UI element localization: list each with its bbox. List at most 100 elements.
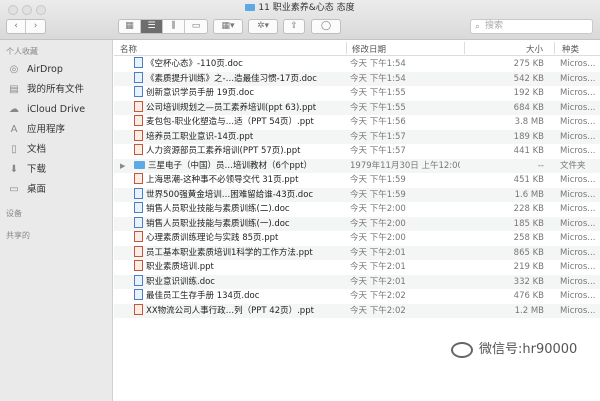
file-modified-date: 今天 下午1:54 <box>350 73 406 84</box>
devices-heading: 设备 <box>6 209 22 218</box>
doc-file-icon <box>134 274 143 286</box>
title-bar: 11 职业素养&心态 态度 ‹ › ▦ ☰ ⫼ ▭ ▦▾ ✲▾ ⇪ ◯ ⌕ 搜索 <box>0 0 600 40</box>
file-kind: Micros... <box>560 247 596 258</box>
file-row[interactable]: 培养员工职业意识-14页.ppt 今天 下午1:57 189 KB Micros... <box>114 129 600 145</box>
cloud-icon: ☁ <box>9 104 19 115</box>
search-field[interactable]: ⌕ 搜索 <box>470 19 593 34</box>
file-kind: 文件夹 <box>560 160 586 171</box>
file-kind: Micros... <box>560 204 596 214</box>
column-header-kind[interactable]: 种类 <box>562 43 579 55</box>
action-button[interactable]: ✲▾ <box>248 19 278 34</box>
file-kind: Micros... <box>560 262 596 272</box>
window-title: 11 职业素养&心态 态度 <box>0 2 600 14</box>
column-header-bar: 名称 修改日期 大小 种类 <box>114 40 600 56</box>
folder-icon <box>134 160 145 169</box>
sidebar-item-applications[interactable]: A 应用程序 <box>8 122 65 138</box>
ppt-file-icon <box>134 115 143 126</box>
file-modified-date: 今天 下午1:59 <box>350 175 406 185</box>
sidebar-item-airdrop[interactable]: ◎ AirDrop <box>8 62 63 78</box>
file-kind: Micros... <box>560 175 596 185</box>
ppt-file-icon <box>134 144 143 155</box>
sidebar-item-documents[interactable]: ▯ 文档 <box>8 142 46 158</box>
column-view-button[interactable]: ⫼ <box>163 20 185 33</box>
gallery-view-button[interactable]: ▭ <box>185 20 207 33</box>
list-view-button[interactable]: ☰ <box>141 20 163 33</box>
file-name: 职业素质培训.ppt <box>134 260 344 275</box>
file-name: XX物流公司人事行政…列（PPT 42页）.ppt <box>134 303 344 319</box>
file-modified-date: 今天 下午2:01 <box>350 276 406 287</box>
file-size: 451 KB <box>513 175 544 185</box>
share-button[interactable]: ⇪ <box>283 19 305 34</box>
file-kind: Micros... <box>560 102 596 113</box>
search-placeholder: 搜索 <box>485 21 504 31</box>
file-row[interactable]: XX物流公司人事行政…列（PPT 42页）.ppt 今天 下午2:02 1.2 MB… <box>114 303 600 319</box>
file-row[interactable]: 世界500强黄金培训…困难留给谁-43页.doc 今天 下午1:59 1.6 MB M… <box>114 187 600 203</box>
doc-file-icon <box>134 86 143 97</box>
icon-view-button[interactable]: ▦ <box>119 20 141 33</box>
file-row[interactable]: 心理素质训练理论与实践 85页.ppt 今天 下午2:00 258 KB Micros… <box>114 231 600 246</box>
disclosure-triangle-icon[interactable]: ▶ <box>120 159 125 174</box>
file-kind: Micros... <box>560 291 596 301</box>
sidebar-item-desktop[interactable]: ▭ 桌面 <box>8 182 46 198</box>
back-button[interactable]: ‹ <box>7 20 26 33</box>
file-name: 麦包包-职业化塑造与…适（PPT 54页）.ppt <box>134 115 344 130</box>
file-row[interactable]: 《素质提升训练》之-…造最佳习惯-17页.doc 今天 下午1:54 542 KB M… <box>114 71 600 86</box>
sidebar-item-downloads[interactable]: ⬇ 下载 <box>8 162 46 178</box>
wechat-icon <box>451 341 473 358</box>
file-name: 销售人员职业技能与素质训练(二).doc <box>134 202 344 217</box>
column-header-date[interactable]: 修改日期 <box>352 43 386 55</box>
file-row[interactable]: 职业意识训练.doc 今天 下午2:01 332 KB Micros... <box>114 274 600 290</box>
doc-file-icon <box>134 202 143 213</box>
sidebar-item-icloud-drive[interactable]: ☁ iCloud Drive <box>8 102 85 118</box>
file-size: 476 KB <box>513 291 544 301</box>
file-modified-date: 今天 下午2:00 <box>350 218 406 229</box>
file-row[interactable]: 销售人员职业技能与素质训练(二).doc 今天 下午2:00 228 KB Micro… <box>114 202 600 217</box>
file-modified-date: 今天 下午1:57 <box>350 131 406 142</box>
column-divider[interactable] <box>346 42 347 54</box>
file-row[interactable]: 公司培训规划之—员工素养培训(ppt 63).ppt 今天 下午1:55 684 K… <box>114 100 600 116</box>
column-header-size[interactable]: 大小 <box>526 43 543 55</box>
file-row[interactable]: 人力资源部员工素养培训(PPT 57页).ppt 今天 下午1:57 441 KB M… <box>114 144 600 159</box>
desktop-icon: ▭ <box>9 184 19 195</box>
file-name: 世界500强黄金培训…困难留给谁-43页.doc <box>134 187 344 203</box>
file-kind: Micros... <box>560 131 596 142</box>
file-name: 培养员工职业意识-14页.ppt <box>134 129 344 145</box>
file-modified-date: 今天 下午2:00 <box>350 233 406 243</box>
ppt-file-icon <box>134 100 143 112</box>
file-row[interactable]: 销售人员职业技能与素质训练(一).doc 今天 下午2:00 185 KB Micro… <box>114 216 600 231</box>
arrange-button[interactable]: ▦▾ <box>213 19 243 34</box>
doc-file-icon <box>134 57 143 68</box>
sidebar-item-all-files[interactable]: ▤ 我的所有文件 <box>8 82 84 98</box>
file-kind: Micros... <box>560 146 596 156</box>
file-modified-date: 今天 下午2:00 <box>350 204 406 214</box>
file-row[interactable]: 创新意识学员手册 19页.doc 今天 下午1:55 192 KB Micros... <box>114 86 600 101</box>
file-size: 185 KB <box>513 218 544 229</box>
finder-window: 11 职业素养&心态 态度 ‹ › ▦ ☰ ⫼ ▭ ▦▾ ✲▾ ⇪ ◯ ⌕ 搜索 个人收… <box>0 0 600 401</box>
file-rows: 《空杯心态》-110页.doc 今天 下午1:54 275 KB Micros... 《… <box>114 57 600 318</box>
file-row[interactable]: 员工基本职业素质培训1科学的工作方法.ppt 今天 下午2:01 865 KB Mic… <box>114 245 600 260</box>
file-row[interactable]: 上海思潮-这种事不必领导交代 31页.ppt 今天 下午1:59 451 KB Mic… <box>114 173 600 188</box>
column-divider[interactable] <box>464 42 465 54</box>
file-modified-date: 今天 下午1:57 <box>350 146 406 156</box>
file-name: 公司培训规划之—员工素养培训(ppt 63).ppt <box>134 100 344 116</box>
tag-button[interactable]: ◯ <box>311 19 341 34</box>
file-row[interactable]: 职业素质培训.ppt 今天 下午2:01 219 KB Micros... <box>114 260 600 275</box>
column-divider[interactable] <box>554 42 555 54</box>
ppt-file-icon <box>134 260 143 271</box>
file-row[interactable]: 《空杯心态》-110页.doc 今天 下午1:54 275 KB Micros... <box>114 57 600 72</box>
forward-button[interactable]: › <box>26 20 45 33</box>
file-kind: Micros... <box>560 305 596 316</box>
file-row[interactable]: 麦包包-职业化塑造与…适（PPT 54页）.ppt 今天 下午1:56 3.8 MB… <box>114 115 600 130</box>
file-modified-date: 今天 下午2:02 <box>350 305 406 316</box>
file-row[interactable]: 最佳员工生存手册 134页.doc 今天 下午2:02 476 KB Micros..… <box>114 289 600 304</box>
view-mode-control: ▦ ☰ ⫼ ▭ <box>118 19 208 34</box>
file-modified-date: 1979年11月30日 上午12:00 <box>350 160 460 171</box>
file-name: 职业意识训练.doc <box>134 274 344 290</box>
file-name: 创新意识学员手册 19页.doc <box>134 86 344 101</box>
file-kind: Micros... <box>560 73 596 84</box>
file-modified-date: 今天 下午1:56 <box>350 117 406 127</box>
column-header-name[interactable]: 名称 <box>120 43 137 55</box>
file-row[interactable]: ▶ 三星电子（中国）员…培训教材（6个ppt） 1979年11月30日 上午12:0… <box>114 158 600 174</box>
file-kind: Micros... <box>560 189 596 200</box>
file-size: 228 KB <box>513 204 544 214</box>
